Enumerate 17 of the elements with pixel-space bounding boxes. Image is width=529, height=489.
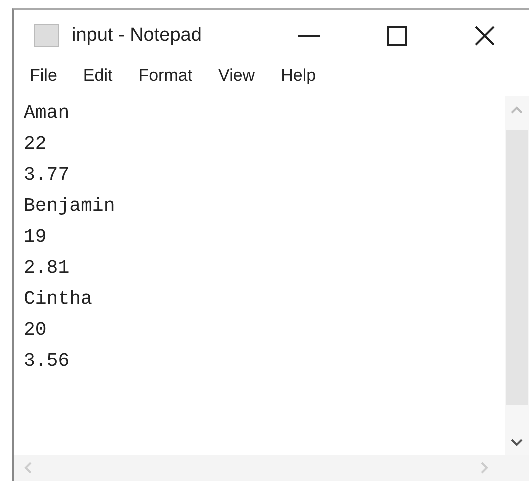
window-title: input - Notepad bbox=[72, 25, 203, 47]
scroll-right-icon[interactable] bbox=[481, 462, 489, 474]
scroll-up-icon[interactable] bbox=[511, 106, 523, 114]
menu-item[interactable]: File bbox=[30, 66, 58, 96]
horizontal-scrollbar[interactable] bbox=[14, 455, 529, 481]
close-icon bbox=[474, 25, 496, 47]
notepad-icon bbox=[34, 24, 60, 48]
scroll-down-icon[interactable] bbox=[511, 439, 523, 447]
menu-item[interactable]: Format bbox=[138, 66, 193, 96]
menu-item[interactable]: Help bbox=[281, 66, 316, 96]
minimize-icon bbox=[298, 34, 320, 38]
maximize-icon bbox=[386, 25, 408, 47]
menu-item[interactable]: Edit bbox=[83, 66, 113, 96]
vertical-scrollbar[interactable] bbox=[505, 96, 529, 455]
menu-item[interactable]: View bbox=[218, 66, 256, 96]
text-area[interactable]: Aman 22 3.77 Benjamin 19 2.81 Cintha 20 3.56 bbox=[14, 96, 505, 455]
scroll-left-icon[interactable] bbox=[24, 462, 32, 474]
